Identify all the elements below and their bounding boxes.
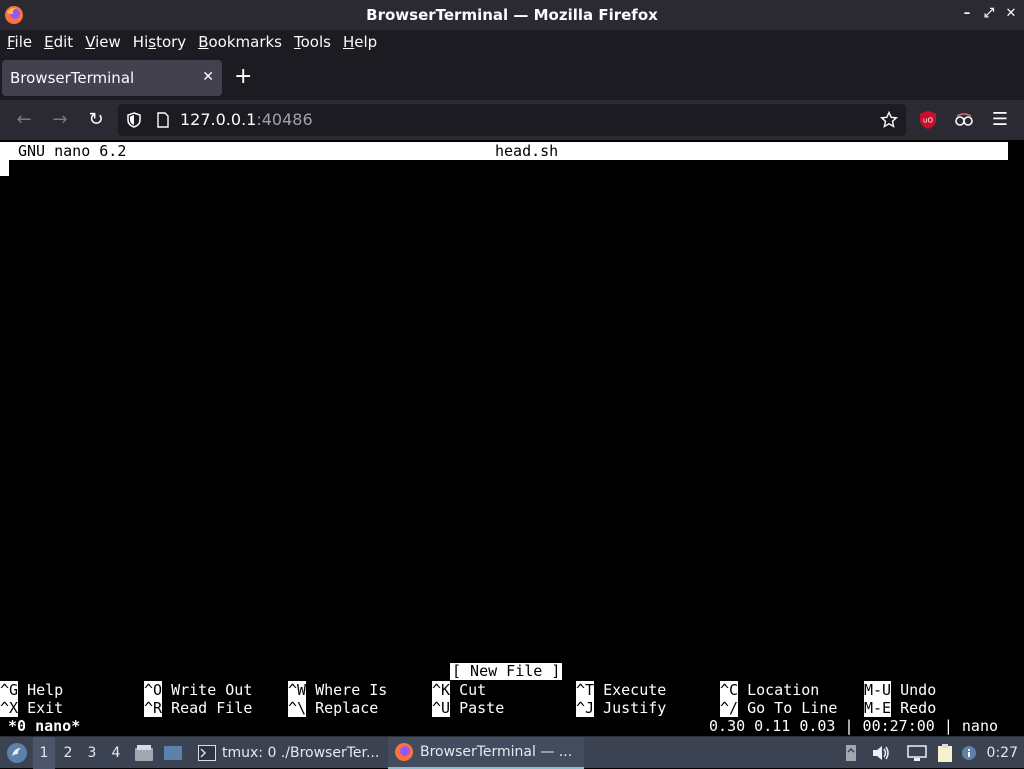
notification-tray[interactable] [960, 737, 978, 769]
tab-close-icon[interactable]: ✕ [202, 69, 214, 85]
menu-help[interactable]: Help [338, 33, 382, 51]
shortcut-undo[interactable]: M-U Undo [864, 681, 936, 699]
shield-icon[interactable] [126, 112, 142, 128]
svg-text:uO: uO [923, 117, 933, 125]
url-bar[interactable]: 127.0.0.1:40486 [118, 104, 906, 136]
tab-label: BrowserTerminal [10, 69, 135, 87]
workspace-3[interactable]: 3 [81, 737, 103, 769]
task-firefox[interactable]: BrowserTerminal — ... [388, 737, 584, 769]
clipboard-tray[interactable] [934, 737, 956, 769]
network-tray[interactable] [906, 737, 928, 769]
menu-view[interactable]: View [80, 33, 126, 51]
desktop-icon [164, 746, 182, 760]
file-manager-launcher[interactable] [133, 737, 155, 769]
info-icon [962, 746, 976, 760]
shortcut-replace[interactable]: ^\ Replace [288, 699, 378, 717]
terminal-area[interactable]: GNU nano 6.2 head.sh [ New File ] ^G Hel… [0, 140, 1024, 736]
taskbar-clock[interactable]: 0:27 [987, 737, 1018, 769]
shortcut-redo[interactable]: M-E Redo [864, 699, 936, 717]
distro-logo-icon [7, 743, 27, 763]
tray-up-arrow-icon [846, 745, 856, 761]
minimize-button[interactable]: – [960, 6, 974, 21]
task-tmux[interactable]: tmux: 0 ./BrowserTer... [192, 737, 382, 769]
tmux-right-status: 0.30 0.11 0.03 | 00:27:00 | nano [709, 717, 998, 735]
forward-button[interactable]: → [48, 108, 72, 132]
maximize-button[interactable]: ⤢ [982, 6, 996, 21]
text-cursor [0, 160, 9, 176]
app-menu-hamburger-icon[interactable]: ☰ [988, 108, 1012, 132]
terminal-icon [198, 745, 216, 761]
nano-title-bar: GNU nano 6.2 head.sh [0, 142, 1008, 160]
start-menu-button[interactable] [4, 737, 30, 769]
tab-browserterminal[interactable]: BrowserTerminal ✕ [2, 60, 222, 96]
clipboard-icon [938, 744, 952, 762]
volume-icon [873, 746, 889, 760]
tab-strip: BrowserTerminal ✕ + [0, 54, 1024, 100]
nano-status-message: [ New File ] [450, 662, 563, 680]
taskbar: 1 2 3 4 tmux: 0 ./BrowserTer... BrowserT… [0, 736, 1024, 769]
shortcut-write-out[interactable]: ^O Write Out [144, 681, 252, 699]
shortcut-go-to-line[interactable]: ^/ Go To Line [720, 699, 837, 717]
firefox-logo-icon [5, 6, 23, 24]
new-tab-button[interactable]: + [234, 66, 252, 88]
menu-bookmarks[interactable]: Bookmarks [193, 33, 287, 51]
menu-tools[interactable]: Tools [289, 33, 336, 51]
tmux-status-bar: *0 nano* 0.30 0.11 0.03 | 00:27:00 | nan… [0, 717, 1024, 735]
shortcut-exit[interactable]: ^X Exit [0, 699, 63, 717]
shortcut-read-file[interactable]: ^R Read File [144, 699, 252, 717]
workspace-4[interactable]: 4 [105, 737, 127, 769]
task-tmux-label: tmux: 0 ./BrowserTer... [222, 745, 380, 761]
reload-button[interactable]: ↻ [84, 108, 108, 132]
menu-file[interactable]: File [2, 33, 37, 51]
tmux-window-label[interactable]: *0 nano* [8, 717, 80, 735]
nano-version: GNU nano 6.2 [18, 142, 127, 160]
shortcut-help[interactable]: ^G Help [0, 681, 63, 699]
shortcut-row-1: ^G Help ^O Write Out ^W Where Is ^K Cut … [0, 681, 1024, 699]
window-titlebar: BrowserTerminal — Mozilla Firefox – ⤢ ✕ [0, 0, 1024, 30]
extension-glasses-icon[interactable] [954, 110, 974, 130]
file-manager-icon [135, 745, 153, 761]
shortcut-where-is[interactable]: ^W Where Is [288, 681, 387, 699]
workspace-1[interactable]: 1 [33, 737, 55, 769]
shortcut-cut[interactable]: ^K Cut [432, 681, 486, 699]
navigation-bar: ← → ↻ 127.0.0.1:40486 uO ☰ [0, 100, 1024, 140]
menu-history[interactable]: History [128, 33, 191, 51]
window-controls: – ⤢ ✕ [960, 6, 1018, 21]
firefox-icon [395, 743, 413, 761]
task-firefox-label: BrowserTerminal — ... [420, 744, 573, 760]
close-window-button[interactable]: ✕ [1004, 6, 1018, 21]
shortcut-justify[interactable]: ^J Justify [576, 699, 666, 717]
back-button[interactable]: ← [12, 108, 36, 132]
url-text: 127.0.0.1:40486 [180, 110, 313, 129]
shortcut-paste[interactable]: ^U Paste [432, 699, 504, 717]
network-icon [907, 745, 927, 761]
tray-scroll-indicator[interactable] [843, 737, 859, 769]
shortcut-location[interactable]: ^C Location [720, 681, 819, 699]
menu-bar: File Edit View History Bookmarks Tools H… [0, 30, 1024, 54]
page-info-icon[interactable] [156, 112, 170, 128]
volume-tray[interactable] [870, 737, 892, 769]
bookmark-star-icon[interactable] [880, 111, 898, 129]
show-desktop-launcher[interactable] [162, 737, 184, 769]
menu-edit[interactable]: Edit [39, 33, 78, 51]
workspace-2[interactable]: 2 [57, 737, 79, 769]
shortcut-execute[interactable]: ^T Execute [576, 681, 666, 699]
window-title: BrowserTerminal — Mozilla Firefox [366, 6, 658, 24]
ublock-origin-icon[interactable]: uO [919, 110, 937, 130]
nano-filename: head.sh [495, 142, 559, 160]
shortcut-row-2: ^X Exit ^R Read File ^\ Replace ^U Paste… [0, 699, 1024, 717]
